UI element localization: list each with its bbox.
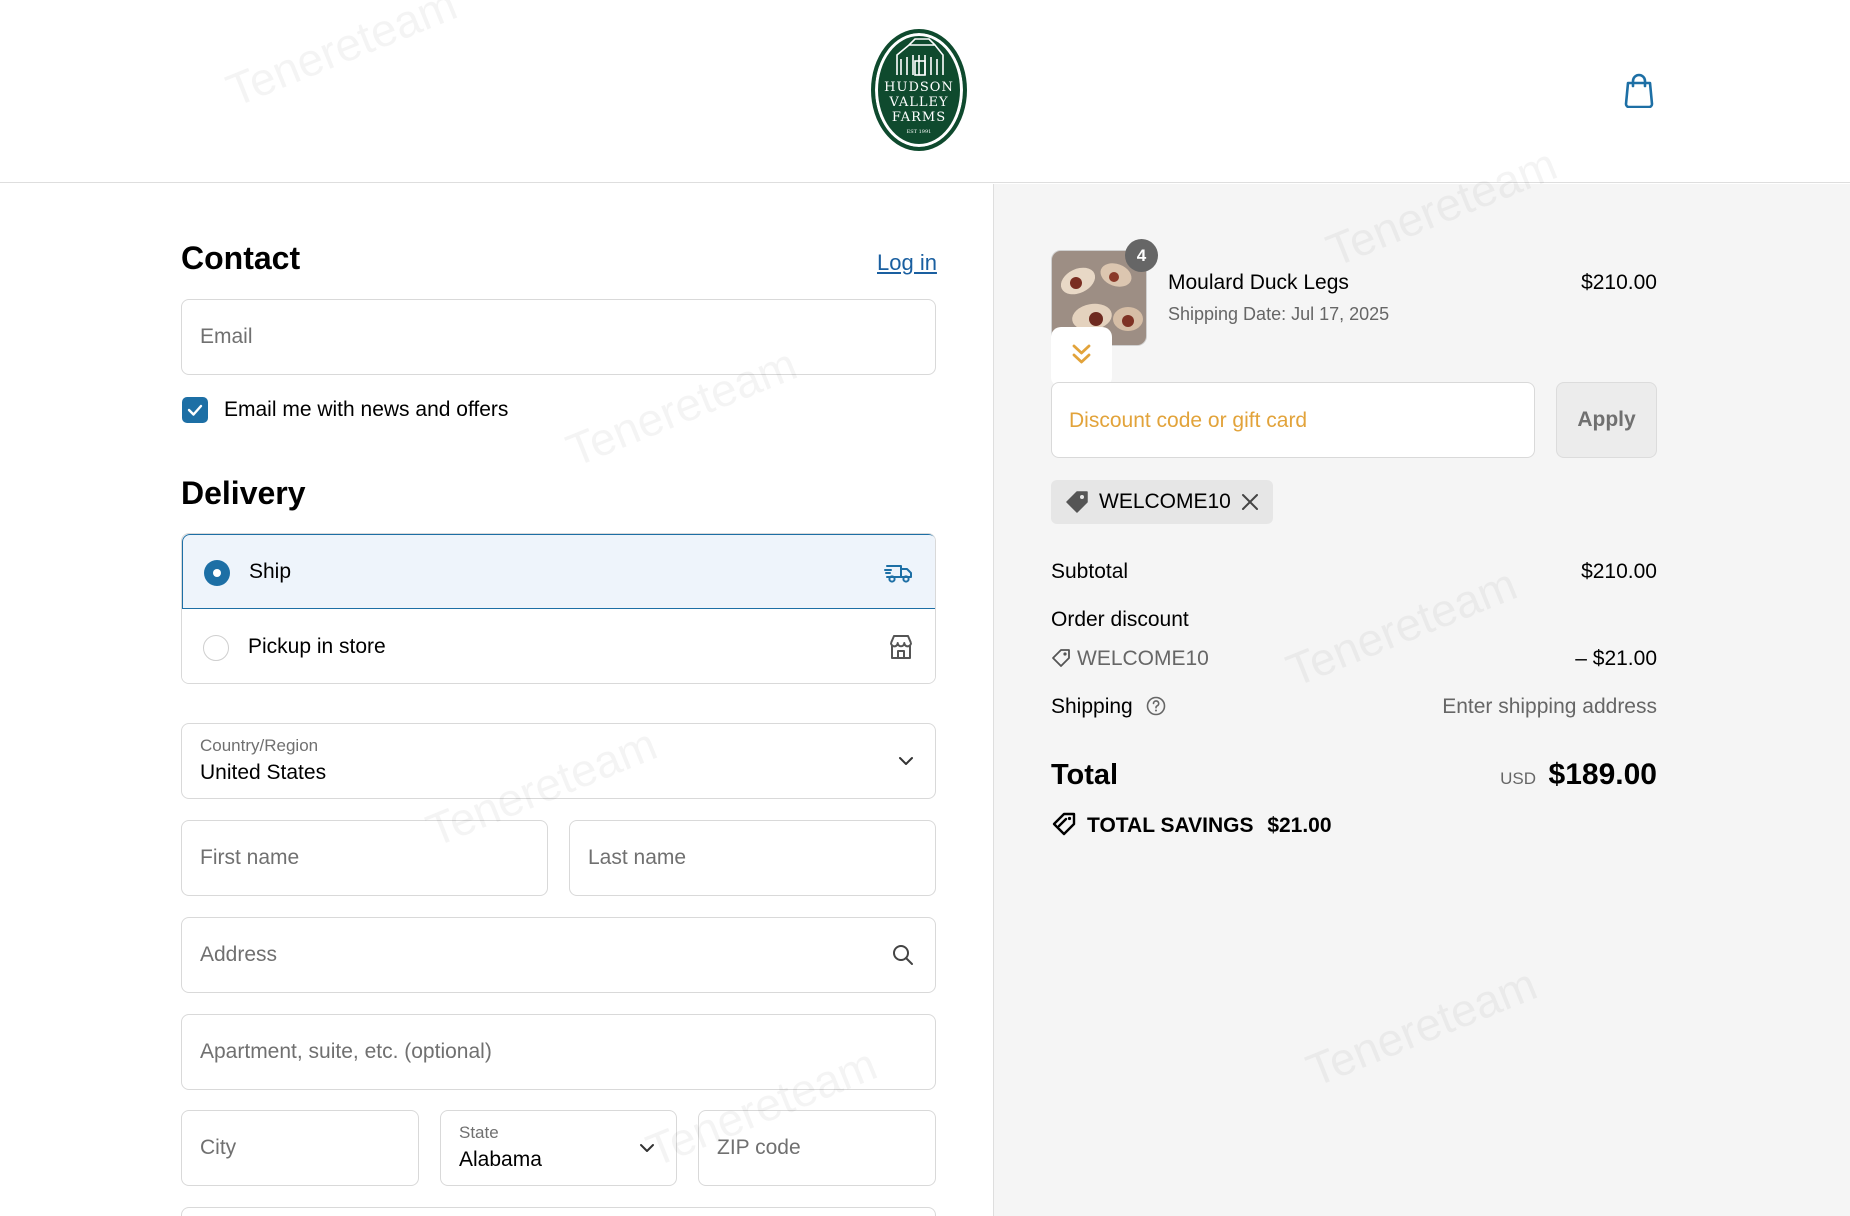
help-circle-icon[interactable]	[1145, 695, 1167, 717]
country-label: Country/Region	[200, 736, 319, 755]
phone-field-partial[interactable]	[181, 1207, 936, 1216]
savings-label: TOTAL SAVINGS	[1087, 814, 1254, 837]
ship-radio[interactable]	[204, 560, 230, 586]
truck-icon	[884, 565, 912, 583]
total-savings-row: TOTAL SAVINGS $21.00	[1051, 811, 1332, 838]
order-discount-code-row: WELCOME10	[1051, 647, 1209, 671]
delivery-option-ship[interactable]: Ship	[182, 534, 935, 609]
delivery-method-group: Ship Pickup in store	[181, 533, 936, 684]
ship-label: Ship	[249, 560, 292, 583]
order-discount-label: Order discount	[1051, 608, 1189, 631]
product-shipping-date: Shipping Date: Jul 17, 2025	[1168, 304, 1390, 324]
first-name-placeholder: First name	[200, 846, 300, 869]
order-discount-code: WELCOME10	[1077, 647, 1209, 670]
apply-discount-button[interactable]: Apply	[1556, 382, 1657, 458]
email-placeholder: Email	[200, 325, 253, 348]
store-icon	[890, 635, 912, 659]
country-select[interactable]: Country/Region United States	[181, 723, 936, 799]
tag-icon	[1066, 491, 1088, 513]
delivery-option-pickup[interactable]: Pickup in store	[182, 610, 935, 683]
address-placeholder: Address	[200, 943, 278, 966]
cart-button[interactable]	[1622, 72, 1656, 109]
discount-code-input[interactable]: Discount code or gift card	[1051, 382, 1535, 458]
state-label: State	[459, 1123, 499, 1142]
newsletter-label: Email me with news and offers	[224, 398, 509, 421]
hudson-valley-farms-logo[interactable]: HUDSON VALLEY FARMS EST 1991	[871, 29, 967, 151]
checkout-page: HUDSON VALLEY FARMS EST 1991 Contact Log…	[0, 0, 1850, 1216]
total-label: Total	[1051, 759, 1119, 791]
address-field[interactable]: Address	[181, 917, 936, 993]
shipping-value: Enter shipping address	[1442, 695, 1657, 718]
double-chevron-down-icon	[1072, 344, 1091, 364]
login-link[interactable]: Log in	[877, 250, 937, 276]
zip-placeholder: ZIP code	[717, 1136, 801, 1159]
order-discount-value: – $21.00	[1575, 647, 1657, 670]
shopping-bag-icon	[1624, 73, 1654, 109]
logo-line-2: VALLEY	[888, 95, 948, 110]
state-select[interactable]: State Alabama	[440, 1110, 677, 1186]
shipping-row-label: Shipping	[1051, 695, 1167, 719]
discount-placeholder: Discount code or gift card	[1069, 409, 1308, 432]
product-name: Moulard Duck Legs	[1168, 271, 1349, 294]
checkmark-icon	[187, 404, 203, 416]
city-placeholder: City	[200, 1136, 237, 1159]
first-name-field[interactable]: First name	[181, 820, 548, 896]
contact-heading: Contact	[181, 240, 301, 276]
savings-tag-icon	[1052, 812, 1076, 836]
double-chevron-button[interactable]	[1051, 327, 1112, 387]
apartment-placeholder: Apartment, suite, etc. (optional)	[200, 1040, 492, 1063]
total-currency: USD	[1500, 769, 1536, 788]
subtotal-label: Subtotal	[1051, 560, 1129, 583]
pickup-label: Pickup in store	[248, 635, 386, 658]
zip-field[interactable]: ZIP code	[698, 1110, 936, 1186]
apartment-field[interactable]: Apartment, suite, etc. (optional)	[181, 1014, 936, 1090]
savings-value: $21.00	[1267, 814, 1332, 837]
shipping-label: Shipping	[1051, 695, 1133, 718]
newsletter-checkbox[interactable]	[182, 397, 208, 423]
quantity-badge: 4	[1125, 239, 1158, 272]
delivery-heading: Delivery	[181, 475, 306, 511]
last-name-placeholder: Last name	[588, 846, 687, 869]
pickup-radio[interactable]	[203, 635, 229, 661]
product-price: $210.00	[1581, 271, 1657, 294]
applied-code-text: WELCOME10	[1099, 490, 1231, 513]
email-field[interactable]: Email	[181, 299, 936, 375]
search-icon[interactable]	[891, 943, 915, 967]
city-field[interactable]: City	[181, 1110, 419, 1186]
close-icon[interactable]	[1239, 491, 1261, 513]
logo-line-1: HUDSON	[884, 80, 954, 95]
chevron-down-icon	[899, 757, 913, 765]
chevron-down-icon	[640, 1144, 654, 1152]
logo-est: EST 1991	[907, 129, 932, 135]
logo-line-3: FARMS	[892, 110, 946, 125]
checkout-header: HUDSON VALLEY FARMS EST 1991	[0, 0, 1850, 183]
tag-outline-icon	[1052, 649, 1070, 667]
last-name-field[interactable]: Last name	[569, 820, 936, 896]
applied-discount-tag: WELCOME10	[1051, 480, 1273, 524]
state-value: Alabama	[459, 1148, 542, 1171]
country-value: United States	[200, 761, 327, 784]
subtotal-value: $210.00	[1581, 560, 1657, 583]
total-amount: $189.00	[1548, 758, 1657, 791]
